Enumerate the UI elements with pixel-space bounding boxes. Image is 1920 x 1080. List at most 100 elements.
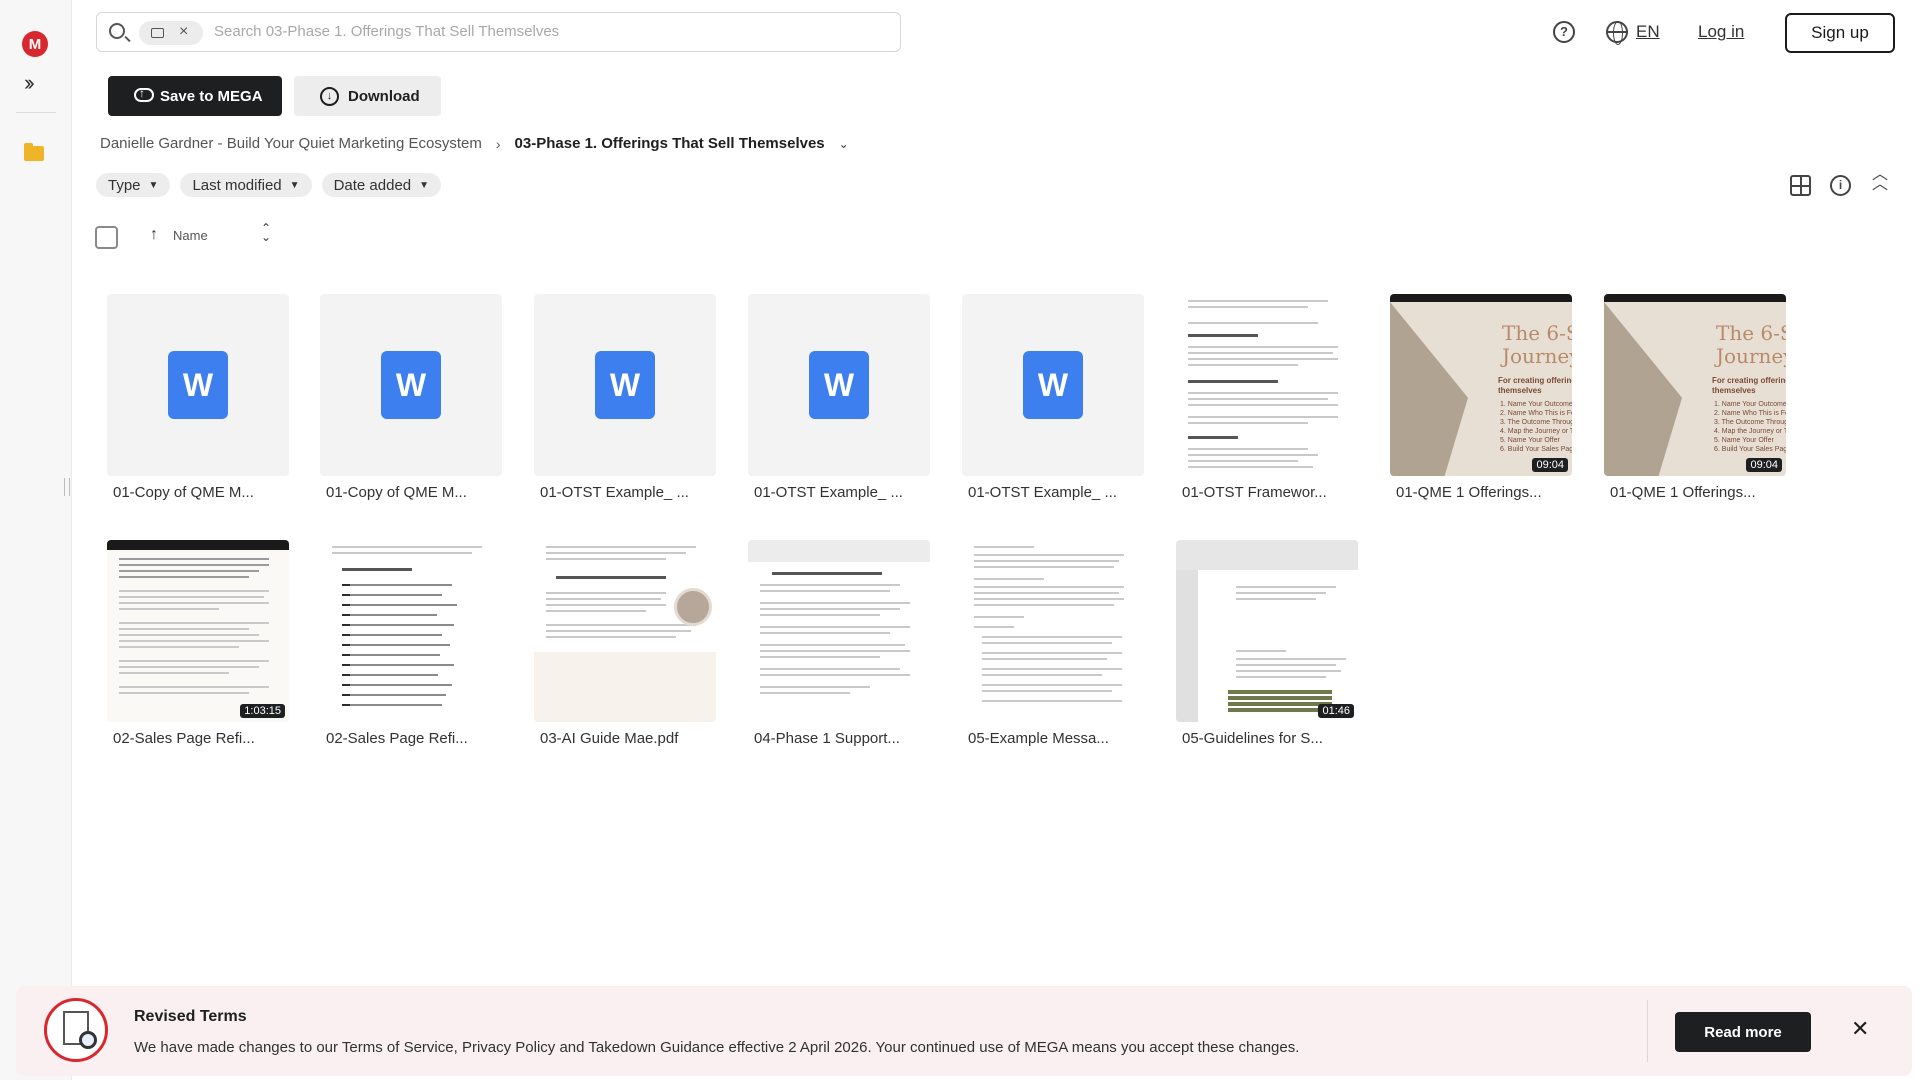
video-preview: The 6-Ste Journey: For creating offering… (1390, 294, 1572, 476)
sort-toggle-icon[interactable]: ⌃ ⌄ (261, 222, 271, 243)
file-thumbnail[interactable] (320, 540, 502, 722)
document-preview (748, 540, 930, 722)
file-name[interactable]: 02-Sales Page Refi... (113, 730, 255, 747)
close-icon[interactable]: × (179, 23, 188, 41)
pdf-preview (534, 540, 716, 722)
file-name[interactable]: 04-Phase 1 Support... (754, 730, 900, 747)
preview-title: The 6-Ste Journey: (1502, 321, 1572, 368)
mega-logo[interactable]: M (22, 31, 48, 57)
file-name[interactable]: 03-AI Guide Mae.pdf (540, 730, 678, 747)
login-link[interactable]: Log in (1698, 22, 1744, 42)
video-thumbnail[interactable]: 1:03:15 (107, 540, 289, 722)
file-name[interactable]: 05-Example Messa... (968, 730, 1109, 747)
video-thumbnail[interactable]: 01:46 (1176, 540, 1358, 722)
document-preview (1176, 294, 1358, 476)
save-to-mega-button[interactable]: Save to MEGA (108, 76, 282, 116)
file-name[interactable]: 05-Guidelines for S... (1182, 730, 1323, 747)
file-thumbnail[interactable] (1176, 294, 1358, 476)
folder-icon[interactable] (24, 143, 44, 161)
breadcrumb-parent[interactable]: Danielle Gardner - Build Your Quiet Mark… (100, 135, 482, 152)
signup-button[interactable]: Sign up (1785, 13, 1895, 53)
info-icon[interactable]: i (1830, 175, 1851, 196)
sidebar-divider (16, 112, 56, 113)
close-icon[interactable]: ✕ (1851, 1016, 1869, 1042)
language-link[interactable]: EN (1636, 22, 1660, 42)
video-thumbnail[interactable]: The 6-Ste Journey: For creating offering… (1604, 294, 1786, 476)
download-button[interactable]: ↓ Download (294, 76, 441, 116)
word-icon: W (1023, 351, 1083, 419)
file-name[interactable]: 01-QME 1 Offerings... (1610, 484, 1756, 501)
file-name[interactable]: 01-Copy of QME M... (326, 484, 467, 501)
file-name[interactable]: 01-OTST Example_ ... (754, 484, 903, 501)
filter-label: Type (108, 176, 141, 194)
breadcrumb-current[interactable]: 03-Phase 1. Offerings That Sell Themselv… (515, 135, 825, 152)
preview-title: The 6-Ste Journey: (1716, 321, 1786, 368)
video-duration: 01:46 (1318, 704, 1354, 718)
filter-date-added[interactable]: Date added ▼ (321, 173, 442, 197)
filter-label: Last modified (192, 176, 282, 194)
banner-title: Revised Terms (134, 1008, 247, 1025)
preview-subtitle: For creating offerings themselves (1712, 376, 1786, 395)
video-preview: The 6-Ste Journey: For creating offering… (1604, 294, 1786, 476)
banner-text: We have made changes to our Terms of Ser… (134, 1039, 1300, 1056)
avatar (674, 588, 712, 626)
word-icon: W (809, 351, 869, 419)
resize-handle[interactable] (64, 478, 70, 496)
sidebar: M ›› (0, 0, 72, 1080)
chevron-down-icon: ▼ (289, 179, 300, 191)
video-preview (107, 540, 289, 722)
breadcrumb: Danielle Gardner - Build Your Quiet Mark… (100, 135, 849, 152)
download-icon: ↓ (320, 87, 339, 106)
cloud-upload-icon (134, 86, 154, 102)
word-icon: W (595, 351, 655, 419)
read-more-button[interactable]: Read more (1675, 1012, 1811, 1052)
video-preview (1176, 540, 1358, 722)
video-thumbnail[interactable]: The 6-Ste Journey: For creating offering… (1390, 294, 1572, 476)
preview-list: 1. Name Your Outcome 2. Name Who This is… (1500, 401, 1572, 453)
file-thumbnail[interactable]: W (320, 294, 502, 476)
banner-divider (1647, 1000, 1648, 1062)
folder-icon (151, 28, 164, 38)
filter-last-modified[interactable]: Last modified ▼ (180, 173, 312, 197)
collapse-icon[interactable]: ︿ ︿ (1872, 167, 1888, 193)
file-name[interactable]: 01-Copy of QME M... (113, 484, 254, 501)
select-all-checkbox[interactable] (95, 226, 118, 249)
video-duration: 09:04 (1746, 458, 1782, 472)
file-thumbnail[interactable] (534, 540, 716, 722)
file-thumbnail[interactable] (748, 540, 930, 722)
file-name[interactable]: 02-Sales Page Refi... (326, 730, 468, 747)
filter-bar: Type ▼ Last modified ▼ Date added ▼ (96, 173, 442, 197)
preview-list: 1. Name Your Outcome 2. Name Who This is… (1714, 401, 1786, 453)
file-name[interactable]: 01-QME 1 Offerings... (1396, 484, 1542, 501)
terms-document-icon (44, 998, 108, 1062)
filter-type[interactable]: Type ▼ (96, 173, 171, 197)
word-icon: W (168, 351, 228, 419)
file-name[interactable]: 01-OTST Example_ ... (540, 484, 689, 501)
help-icon[interactable]: ? (1553, 21, 1575, 43)
word-icon: W (381, 351, 441, 419)
filter-label: Date added (333, 176, 412, 194)
file-thumbnail[interactable]: W (748, 294, 930, 476)
video-duration: 1:03:15 (240, 704, 285, 718)
file-thumbnail[interactable] (962, 540, 1144, 722)
folder-scope-chip[interactable]: × (139, 21, 203, 45)
preview-subtitle: For creating offerings themselves (1498, 376, 1572, 395)
document-preview (962, 540, 1144, 722)
file-thumbnail[interactable]: W (534, 294, 716, 476)
save-label: Save to MEGA (160, 87, 263, 105)
search-bar[interactable]: × Search 03-Phase 1. Offerings That Sell… (96, 12, 901, 52)
file-name[interactable]: 01-OTST Framewor... (1182, 484, 1327, 501)
document-preview (320, 540, 502, 722)
chevron-down-icon[interactable]: ⌄ (839, 137, 849, 151)
file-thumbnail[interactable]: W (962, 294, 1144, 476)
download-label: Download (348, 87, 420, 105)
sort-name-label[interactable]: Name (173, 228, 208, 243)
file-thumbnail[interactable]: W (107, 294, 289, 476)
search-input[interactable]: Search 03-Phase 1. Offerings That Sell T… (214, 23, 559, 40)
grid-view-icon[interactable] (1790, 175, 1811, 196)
globe-icon[interactable] (1606, 21, 1628, 45)
expand-sidebar-icon[interactable]: ›› (24, 70, 34, 96)
file-name[interactable]: 01-OTST Example_ ... (968, 484, 1117, 501)
search-icon (109, 23, 125, 39)
sort-arrow-up-icon[interactable]: ↑ (150, 226, 158, 244)
